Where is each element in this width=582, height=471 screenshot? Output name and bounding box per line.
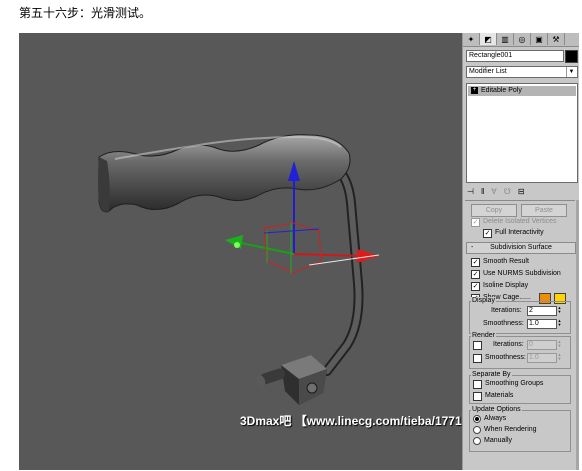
render-iterations-label: Iterations: xyxy=(493,341,524,348)
render-iterations-field[interactable]: 0 xyxy=(527,340,557,350)
smooth-result-option[interactable]: ✓ Smooth Result xyxy=(471,257,529,267)
update-manually-option[interactable]: Manually xyxy=(473,436,512,446)
use-nurms-option[interactable]: ✓ Use NURMS Subdivision xyxy=(471,269,561,279)
display-iterations-spinner[interactable]: ▲ ▼ xyxy=(557,306,562,315)
update-always-option[interactable]: Always xyxy=(473,414,506,424)
smooth-result-checkbox[interactable]: ✓ xyxy=(471,257,480,267)
perspective-viewport[interactable] xyxy=(19,33,462,470)
show-end-result-icon[interactable]: ǁ xyxy=(481,187,484,196)
display-iterations-field[interactable]: 2 xyxy=(527,306,557,316)
clamp-block xyxy=(256,355,327,405)
stack-item-editable-poly[interactable]: + Editable Poly xyxy=(468,86,576,96)
delete-isolated-checkbox[interactable]: ✓ xyxy=(471,217,480,227)
update-rendering-option[interactable]: When Rendering xyxy=(473,425,537,435)
smoothing-groups-checkbox[interactable] xyxy=(473,379,482,389)
isoline-display-checkbox[interactable]: ✓ xyxy=(471,281,480,291)
render-iterations-checkbox[interactable] xyxy=(473,340,482,350)
display-group-label: Display xyxy=(471,297,496,305)
command-panel: ✦ ◩ ▥ ◎ ▣ ⚒ Rectangle001 Modifier List ▼… xyxy=(462,33,579,470)
divider xyxy=(465,200,575,201)
remove-modifier-icon[interactable]: ☋ xyxy=(504,187,511,196)
materials-option[interactable]: Materials xyxy=(473,391,513,401)
subdivision-surface-rollout-header[interactable]: - Subdivision Surface xyxy=(466,242,576,254)
render-smoothness-option[interactable]: Smoothness: xyxy=(473,353,526,363)
update-rendering-radio[interactable] xyxy=(473,426,481,434)
display-iterations-label: Iterations: xyxy=(491,307,522,314)
update-rendering-label: When Rendering xyxy=(484,426,537,433)
modifier-list-dropdown[interactable]: Modifier List ▼ xyxy=(466,66,578,78)
update-manually-label: Manually xyxy=(484,437,513,444)
hierarchy-tab-icon[interactable]: ▥ xyxy=(497,33,514,45)
update-options-label: Update Options xyxy=(471,406,522,414)
modify-tab-icon[interactable]: ◩ xyxy=(480,33,497,45)
full-interactivity-option[interactable]: ✓ Full Interactivity xyxy=(483,228,544,238)
render-smoothness-label: Smoothness: xyxy=(485,354,526,361)
update-always-label: Always xyxy=(484,415,507,422)
smoothing-groups-option[interactable]: Smoothing Groups xyxy=(473,379,543,389)
isoline-display-label: Isoline Display xyxy=(483,282,529,289)
render-iterations-spinner[interactable]: ▲ ▼ xyxy=(557,340,562,349)
modifier-list-label: Modifier List xyxy=(469,68,507,75)
render-iterations-option[interactable]: Iterations: xyxy=(473,340,524,350)
handle-model-render xyxy=(98,134,380,405)
paste-button[interactable]: Paste xyxy=(521,204,567,217)
render-group-label: Render xyxy=(471,332,496,340)
render-smoothness-spinner[interactable]: ▲ ▼ xyxy=(557,353,562,362)
update-manually-radio[interactable] xyxy=(473,437,481,445)
stack-toolbar: ⊣ ǁ ∀ ☋ ⊟ xyxy=(467,185,575,197)
copy-button[interactable]: Copy xyxy=(471,204,517,217)
watermark-text: 3Dmax吧 【www.linecg.com/tieba/1771】 xyxy=(240,414,474,428)
smooth-result-label: Smooth Result xyxy=(483,258,529,265)
isoline-display-option[interactable]: ✓ Isoline Display xyxy=(471,281,528,291)
separate-by-label: Separate By xyxy=(471,371,512,379)
rollout-title: Subdivision Surface xyxy=(490,244,552,251)
chevron-down-icon: ▼ xyxy=(566,67,576,77)
render-smoothness-checkbox[interactable] xyxy=(473,353,482,363)
expand-plus-icon[interactable]: + xyxy=(471,86,478,94)
configure-sets-icon[interactable]: ⊟ xyxy=(518,187,525,196)
smoothing-groups-label: Smoothing Groups xyxy=(485,380,544,387)
materials-label: Materials xyxy=(485,392,514,399)
full-interactivity-checkbox[interactable]: ✓ xyxy=(483,228,492,238)
materials-checkbox[interactable] xyxy=(473,391,482,401)
stack-item-label: Editable Poly xyxy=(481,87,522,94)
grip-shape xyxy=(98,134,351,213)
render-smoothness-field[interactable]: 1.0 xyxy=(527,353,557,363)
make-unique-icon[interactable]: ∀ xyxy=(491,187,496,196)
delete-isolated-label: Delete Isolated Vertices xyxy=(483,218,557,225)
create-tab-icon[interactable]: ✦ xyxy=(463,33,480,45)
display-tab-icon[interactable]: ▣ xyxy=(531,33,548,45)
update-always-radio[interactable] xyxy=(473,415,481,423)
full-interactivity-label: Full Interactivity xyxy=(495,229,544,236)
command-panel-tabs: ✦ ◩ ▥ ◎ ▣ ⚒ xyxy=(463,33,579,47)
panel-scrollbar[interactable] xyxy=(576,200,579,470)
object-color-swatch[interactable] xyxy=(565,50,578,63)
use-nurms-label: Use NURMS Subdivision xyxy=(483,270,561,277)
display-smoothness-field[interactable]: 1.0 xyxy=(527,319,557,329)
object-name-field[interactable]: Rectangle001 xyxy=(466,50,564,62)
delete-isolated-row[interactable]: ✓ Delete Isolated Vertices xyxy=(471,217,557,227)
utilities-tab-icon[interactable]: ⚒ xyxy=(548,33,565,45)
step-caption: 第五十六步：光滑测试。 xyxy=(19,6,152,20)
display-smoothness-spinner[interactable]: ▲ ▼ xyxy=(557,319,562,328)
pin-stack-icon[interactable]: ⊣ xyxy=(467,187,474,196)
display-smoothness-label: Smoothness: xyxy=(483,320,524,327)
modifier-stack: + Editable Poly xyxy=(466,83,578,183)
use-nurms-checkbox[interactable]: ✓ xyxy=(471,269,480,279)
motion-tab-icon[interactable]: ◎ xyxy=(514,33,531,45)
